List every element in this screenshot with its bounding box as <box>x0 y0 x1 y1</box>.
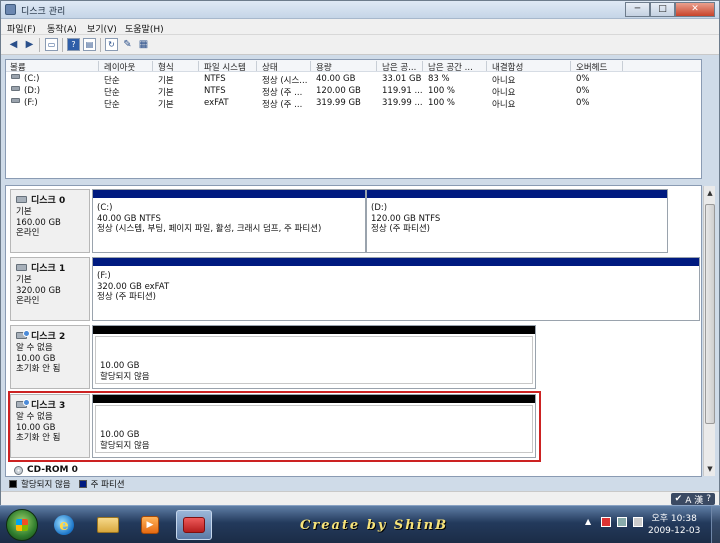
internet-explorer-icon: e <box>54 515 74 535</box>
primary-partition-swatch <box>78 480 87 488</box>
refresh-icon[interactable]: ↻ <box>105 38 118 51</box>
volume-row[interactable]: (F:) 단순 기본 exFAT 정상 (주 ... 319.99 GB 319… <box>6 97 701 110</box>
drive-icon <box>11 74 20 79</box>
disk-label[interactable]: 디스크 2 알 수 없음 10.00 GB 초기화 안 됨 <box>10 325 90 389</box>
status-bar: ✔ A 漢 ? <box>1 491 719 506</box>
rescan-icon[interactable]: ▦ <box>137 38 150 51</box>
taskbar-explorer[interactable] <box>90 510 126 540</box>
disk-management-window: 디스크 관리 ─ □ ✕ 파일(F) 동작(A) 보기(V) 도움말(H) ◀ … <box>0 0 720 506</box>
disk-1: 디스크 1 기본 320.00 GB 온라인 (F:) 320.00 GB ex… <box>10 257 700 321</box>
partition-d[interactable]: (D:) 120.00 GB NTFS 정상 (주 파티션) <box>366 189 668 253</box>
scroll-thumb[interactable] <box>705 204 715 424</box>
disk-2: 디스크 2 알 수 없음 10.00 GB 초기화 안 됨 10.00 GB 할… <box>10 325 700 389</box>
hard-disk-icon <box>16 264 27 271</box>
volume-row[interactable]: (C:) 단순 기본 NTFS 정상 (시스... 40.00 GB 33.01… <box>6 73 701 86</box>
properties-icon[interactable]: ✎ <box>121 38 134 51</box>
volume-list-header: 볼륨 레이아웃 형식 파일 시스템 상태 용량 남은 공... 남은 공간 ..… <box>6 60 701 73</box>
drive-icon <box>11 86 20 91</box>
primary-partition-bar <box>367 190 667 198</box>
taskbar-computer-management[interactable] <box>176 510 212 540</box>
cdrom-icon <box>14 465 23 475</box>
menu-view[interactable]: 보기(V) <box>87 22 117 35</box>
menu-file[interactable]: 파일(F) <box>7 22 36 35</box>
primary-partition-bar <box>93 258 699 266</box>
back-arrow-icon[interactable]: ◀ <box>7 38 20 51</box>
partition-c[interactable]: (C:) 40.00 GB NTFS 정상 (시스템, 부팅, 페이지 파일, … <box>92 189 366 253</box>
maximize-button[interactable]: □ <box>650 2 675 17</box>
menu-bar: 파일(F) 동작(A) 보기(V) 도움말(H) <box>1 19 719 35</box>
close-button[interactable]: ✕ <box>675 2 715 17</box>
folder-icon <box>97 517 119 533</box>
network-icon[interactable] <box>617 517 627 527</box>
selection-highlight <box>8 391 541 462</box>
taskbar-internet-explorer[interactable]: e <box>46 510 82 540</box>
toolbox-icon <box>183 517 205 533</box>
title-bar[interactable]: 디스크 관리 ─ □ ✕ <box>1 1 719 19</box>
show-desktop-button[interactable] <box>711 506 720 543</box>
col-filesystem[interactable]: 파일 시스템 <box>204 61 246 73</box>
disk-0: 디스크 0 기본 160.00 GB 온라인 (C:) 40.00 GB NTF… <box>10 189 700 253</box>
media-player-icon: ▶ <box>141 516 159 534</box>
notification-area: ▲ <box>585 517 643 527</box>
unallocated-space[interactable]: 10.00 GB 할당되지 않음 <box>92 325 536 389</box>
volume-icon[interactable] <box>633 517 643 527</box>
col-capacity[interactable]: 용량 <box>316 61 332 73</box>
window-title: 디스크 관리 <box>21 7 66 17</box>
show-hidden-icons[interactable]: ▲ <box>585 517 595 527</box>
unallocated-bar <box>93 326 535 334</box>
minimize-button[interactable]: ─ <box>625 2 650 17</box>
col-fault-tolerance[interactable]: 내결함성 <box>492 61 523 73</box>
system-clock[interactable]: 오후 10:38 2009-12-03 <box>648 513 700 537</box>
forward-arrow-icon[interactable]: ▶ <box>23 38 36 51</box>
taskbar-media-player[interactable]: ▶ <box>132 510 168 540</box>
col-layout[interactable]: 레이아웃 <box>104 61 135 73</box>
uninitialized-disk-icon <box>16 330 30 339</box>
ime-language-bar[interactable]: ✔ A 漢 ? <box>670 493 715 506</box>
col-type[interactable]: 형식 <box>158 61 174 73</box>
unallocated-swatch <box>9 480 17 488</box>
col-status[interactable]: 상태 <box>262 61 278 73</box>
menu-action[interactable]: 동작(A) <box>47 22 77 35</box>
menu-help[interactable]: 도움말(H) <box>125 22 164 35</box>
show-pane-icon[interactable]: ▤ <box>83 38 96 51</box>
hard-disk-icon <box>16 196 27 203</box>
vertical-scrollbar[interactable]: ▲ ▼ <box>703 186 715 476</box>
ime-help-icon[interactable]: ? <box>706 494 711 504</box>
col-overhead[interactable]: 오버헤드 <box>576 61 607 73</box>
disk-label[interactable]: 디스크 0 기본 160.00 GB 온라인 <box>10 189 90 253</box>
cdrom-0[interactable]: CD-ROM 0 <box>10 464 100 476</box>
disk-management-icon <box>5 4 16 15</box>
scroll-down-icon[interactable]: ▼ <box>705 464 715 474</box>
help-icon[interactable]: ? <box>67 38 80 51</box>
volume-row[interactable]: (D:) 단순 기본 NTFS 정상 (주 ... 120.00 GB 119.… <box>6 85 701 98</box>
disk-label[interactable]: 디스크 1 기본 320.00 GB 온라인 <box>10 257 90 321</box>
volume-list: 볼륨 레이아웃 형식 파일 시스템 상태 용량 남은 공... 남은 공간 ..… <box>5 59 702 179</box>
col-free-percent[interactable]: 남은 공간 ... <box>428 61 473 73</box>
scroll-up-icon[interactable]: ▲ <box>705 188 715 198</box>
start-button[interactable] <box>6 509 38 541</box>
partition-f[interactable]: (F:) 320.00 GB exFAT 정상 (주 파티션) <box>92 257 700 321</box>
legend: 할당되지 않음 주 파티션 <box>5 478 702 490</box>
disk-graphical-view: 디스크 0 기본 160.00 GB 온라인 (C:) 40.00 GB NTF… <box>5 185 702 477</box>
watermark-text: Create by ShinB <box>300 518 449 533</box>
col-volume[interactable]: 볼륨 <box>10 61 26 73</box>
ime-check-icon: ✔ <box>674 494 683 504</box>
action-center-icon[interactable] <box>601 517 611 527</box>
toolbar: ◀ ▶ ▭ ? ▤ ↻ ✎ ▦ <box>1 35 719 55</box>
taskbar: e ▶ Create by ShinB ▲ 오후 10:38 2009-12-0… <box>0 505 720 543</box>
console-tree-icon[interactable]: ▭ <box>45 38 58 51</box>
col-free-space[interactable]: 남은 공... <box>382 61 416 73</box>
drive-icon <box>11 98 20 103</box>
primary-partition-bar <box>93 190 365 198</box>
